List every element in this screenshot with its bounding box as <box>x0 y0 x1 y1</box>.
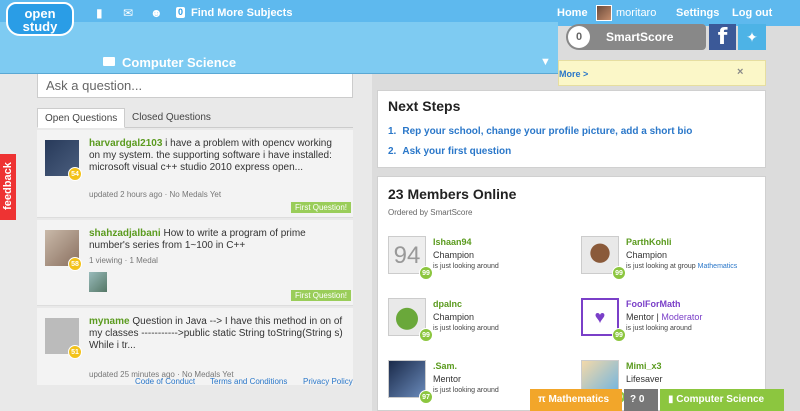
member-role: Mentor <box>433 374 462 384</box>
step-1-link[interactable]: 1. Rep your school, change your profile p… <box>388 126 692 137</box>
members-online-card: 23 Members Online Ordered by SmartScore … <box>377 176 766 411</box>
score-badge: 51 <box>68 345 82 359</box>
list-item[interactable]: 54 harvardgal2103 i have a problem with … <box>37 130 353 218</box>
member-status: is just looking at group Mathematics <box>626 263 738 270</box>
first-question-badge: First Question! <box>290 202 351 213</box>
member-name[interactable]: dpaInc <box>433 299 462 309</box>
mail-icon[interactable]: ✉ <box>123 6 133 20</box>
question-meta: 1 viewing · 1 Medal <box>89 256 158 265</box>
bottom-tab-questions-count[interactable]: ? 0 <box>624 389 658 411</box>
more-link[interactable]: More > <box>559 69 588 79</box>
score-badge: 97 <box>419 390 433 404</box>
next-steps-card: Next Steps 1. Rep your school, change you… <box>377 90 766 168</box>
member-name[interactable]: ParthKohli <box>626 237 672 247</box>
privacy-link[interactable]: Privacy Policy <box>303 377 353 386</box>
member-name[interactable]: Mimi_x3 <box>626 361 662 371</box>
first-question-badge: First Question! <box>290 290 351 301</box>
member-status: is just looking around <box>433 263 499 270</box>
member-item[interactable]: 99 ParthKohli Champion is just looking a… <box>581 236 771 290</box>
bottom-tab-computer-science[interactable]: ▮ Computer Science <box>660 389 784 411</box>
member-status: is just looking around <box>626 325 692 332</box>
score-badge: 58 <box>68 257 82 271</box>
terms-link[interactable]: Terms and Conditions <box>210 377 287 386</box>
members-subtitle: Ordered by SmartScore <box>388 208 473 217</box>
member-role: Champion <box>433 250 475 260</box>
member-role: Champion <box>433 312 475 322</box>
openstudy-logo[interactable]: open study <box>6 2 74 36</box>
twitter-icon[interactable]: ✦ <box>738 24 766 50</box>
member-item[interactable]: 99 dpaInc Champion is just looking aroun… <box>388 298 578 352</box>
question-tabs: Open Questions Closed Questions <box>37 108 353 128</box>
user-avatar[interactable] <box>596 5 612 21</box>
member-status: is just looking around <box>433 325 499 332</box>
bottom-tab-mathematics[interactable]: π Mathematics <box>530 389 622 411</box>
step-2-link[interactable]: 2. Ask your first question <box>388 146 511 157</box>
subject-bar[interactable]: Computer Science ▼ <box>0 22 558 74</box>
member-role: Mentor | Moderator <box>626 312 703 322</box>
score-badge: 99 <box>419 328 433 342</box>
member-item[interactable]: ♥ 99 FoolForMath Mentor | Moderator is j… <box>581 298 771 352</box>
next-steps-title: Next Steps <box>388 98 461 114</box>
username-link[interactable]: moritaro <box>616 7 656 19</box>
ask-question-input[interactable]: Ask a question... <box>37 72 353 98</box>
tab-closed-questions[interactable]: Closed Questions <box>125 108 218 128</box>
mathematics-group-link[interactable]: Mathematics <box>698 263 738 270</box>
member-role: Lifesaver <box>626 374 663 384</box>
question-meta: updated 2 hours ago · No Medals Yet <box>89 190 222 199</box>
chat-icon[interactable]: ▮ <box>96 6 103 20</box>
score-badge: 99 <box>419 266 433 280</box>
tab-open-questions[interactable]: Open Questions <box>37 108 126 128</box>
close-icon[interactable]: × <box>737 66 747 78</box>
logout-link[interactable]: Log out <box>732 7 772 19</box>
code-of-conduct-link[interactable]: Code of Conduct <box>135 377 195 386</box>
list-item[interactable]: 58 shahzadjalbani How to write a program… <box>37 220 353 306</box>
member-item[interactable]: 94 99 Ishaan94 Champion is just looking … <box>388 236 578 290</box>
feedback-tab[interactable]: feedback <box>0 154 16 220</box>
laptop-icon <box>103 57 115 66</box>
member-name[interactable]: .Sam. <box>433 361 457 371</box>
question-list: 54 harvardgal2103 i have a problem with … <box>37 130 353 385</box>
member-status: is just looking around <box>433 387 499 394</box>
question-text[interactable]: shahzadjalbani How to write a program of… <box>89 228 345 252</box>
notice-bar: More > × <box>558 60 766 86</box>
subject-title: Computer Science <box>122 55 237 70</box>
smartscore-widget[interactable]: 0 SmartScore <box>566 24 706 50</box>
smartscore-value: 0 <box>568 26 590 48</box>
score-badge: 54 <box>68 167 82 181</box>
member-role: Champion <box>626 250 668 260</box>
question-text[interactable]: myname Question in Java --> I have this … <box>89 316 345 352</box>
home-link[interactable]: Home <box>557 7 588 19</box>
facebook-icon[interactable]: f <box>709 24 736 50</box>
score-badge: 99 <box>612 266 626 280</box>
score-badge: 99 <box>612 328 626 342</box>
user-icon[interactable]: ☻ <box>150 6 163 20</box>
chevron-down-icon[interactable]: ▼ <box>540 56 551 68</box>
members-title: 23 Members Online <box>388 186 517 202</box>
list-item[interactable]: 51 myname Question in Java --> I have th… <box>37 308 353 385</box>
settings-link[interactable]: Settings <box>676 7 719 19</box>
question-text[interactable]: harvardgal2103 i have a problem with ope… <box>89 138 345 174</box>
find-more-subjects-link[interactable]: Find More Subjects <box>191 7 292 19</box>
viewer-avatar[interactable] <box>89 272 107 292</box>
smartscore-label: SmartScore <box>606 30 674 44</box>
member-name[interactable]: Ishaan94 <box>433 237 472 247</box>
notification-count[interactable]: 0 <box>176 7 186 18</box>
member-name[interactable]: FoolForMath <box>626 299 681 309</box>
